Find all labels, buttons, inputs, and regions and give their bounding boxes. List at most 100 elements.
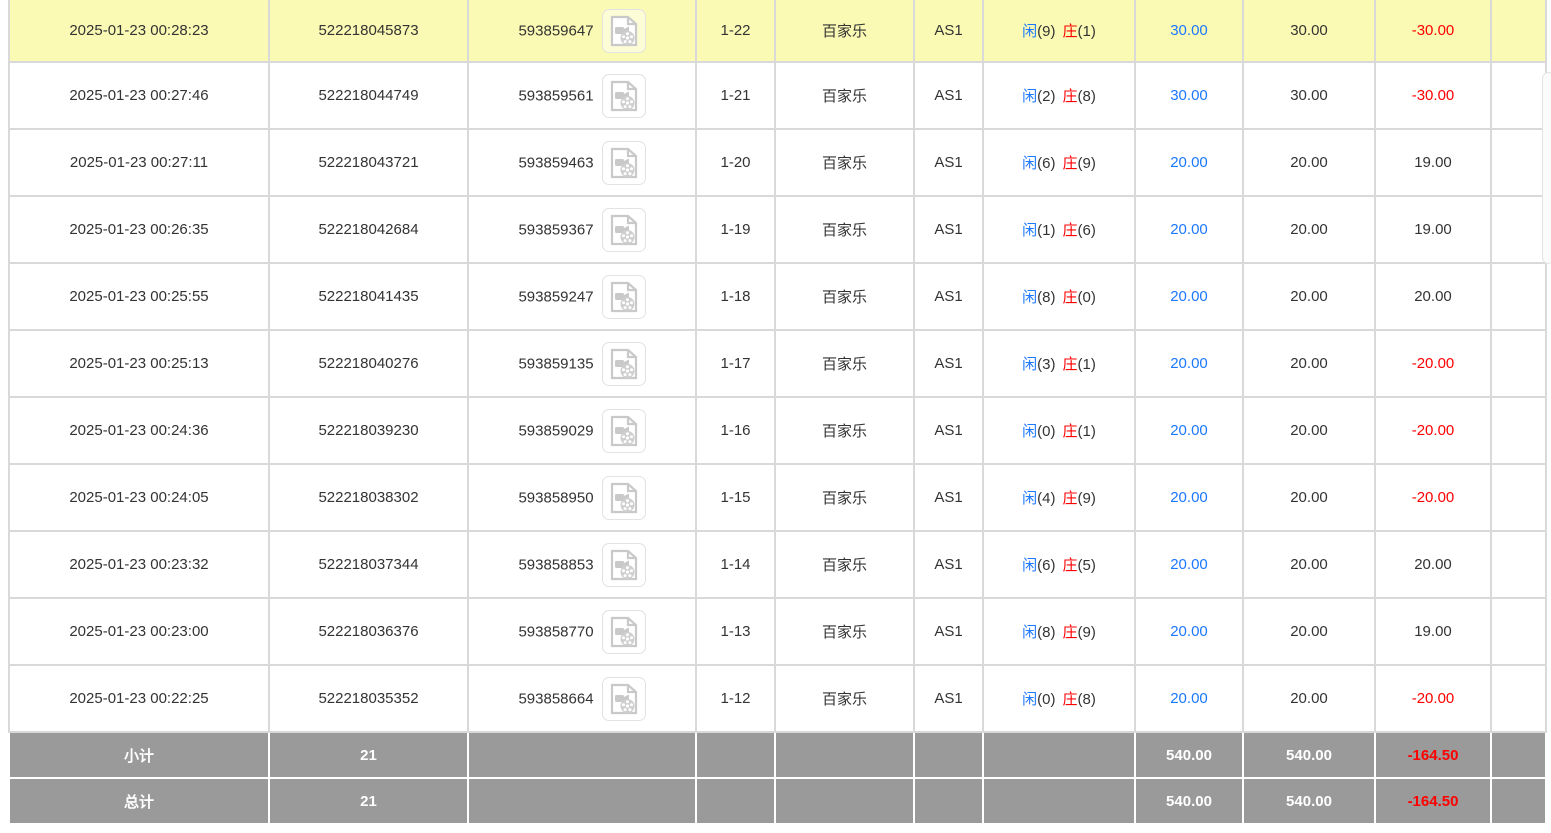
round-number-cell: 593859029 <box>468 397 696 464</box>
banker-points: (5) <box>1078 557 1096 574</box>
order-number-cell: 522218039230 <box>269 397 468 464</box>
table-row: 2025-01-23 00:27:46 522218044749 5938595… <box>9 62 1546 129</box>
shoe-round-cell: 1-16 <box>696 397 775 464</box>
table-name-cell: AS1 <box>914 531 983 598</box>
shoe-round-cell: 1-12 <box>696 665 775 732</box>
player-points: (8) <box>1037 624 1055 641</box>
empty-cell <box>1491 598 1546 665</box>
video-replay-button[interactable] <box>602 409 646 453</box>
total-valid-bet: 540.00 <box>1243 778 1375 824</box>
empty-cell <box>1491 196 1546 263</box>
round-number: 593858853 <box>518 556 593 573</box>
video-file-icon <box>609 616 639 648</box>
valid-bet-cell: 20.00 <box>1243 665 1375 732</box>
bet-amount-cell: 20.00 <box>1135 598 1243 665</box>
game-result-cell: 闲(8)庄(9) <box>983 598 1135 665</box>
shoe-round-cell: 1-21 <box>696 62 775 129</box>
round-number: 593859029 <box>518 422 593 439</box>
empty-cell <box>1491 665 1546 732</box>
bet-amount-cell: 20.00 <box>1135 531 1243 598</box>
video-replay-button[interactable] <box>602 610 646 654</box>
subtotal-bet: 540.00 <box>1135 732 1243 778</box>
valid-bet-cell: 20.00 <box>1243 263 1375 330</box>
win-loss-cell: 19.00 <box>1375 196 1491 263</box>
table-row: 2025-01-23 00:25:13 522218040276 5938591… <box>9 330 1546 397</box>
game-result-cell: 闲(6)庄(5) <box>983 531 1135 598</box>
subtotal-count: 21 <box>269 732 468 778</box>
game-result-cell: 闲(2)庄(8) <box>983 62 1135 129</box>
subtotal-empty-cell <box>775 732 914 778</box>
order-number-cell: 522218041435 <box>269 263 468 330</box>
shoe-round-cell: 1-20 <box>696 129 775 196</box>
round-number-cell: 593858770 <box>468 598 696 665</box>
game-type-cell: 百家乐 <box>775 196 914 263</box>
banker-points: (0) <box>1078 289 1096 306</box>
player-label: 闲 <box>1022 624 1037 641</box>
round-number-cell: 593858853 <box>468 531 696 598</box>
valid-bet-cell: 20.00 <box>1243 129 1375 196</box>
video-replay-button[interactable] <box>602 74 646 118</box>
round-number-cell: 593858664 <box>468 665 696 732</box>
video-replay-button[interactable] <box>602 677 646 721</box>
round-number-cell: 593859135 <box>468 330 696 397</box>
table-name-cell: AS1 <box>914 330 983 397</box>
game-type-cell: 百家乐 <box>775 0 914 62</box>
round-number: 593858770 <box>518 623 593 640</box>
empty-cell <box>1491 129 1546 196</box>
player-label: 闲 <box>1022 356 1037 373</box>
shoe-round-cell: 1-14 <box>696 531 775 598</box>
order-number-cell: 522218042684 <box>269 196 468 263</box>
video-replay-button[interactable] <box>602 342 646 386</box>
game-type-cell: 百家乐 <box>775 330 914 397</box>
game-result-cell: 闲(0)庄(8) <box>983 665 1135 732</box>
game-type-cell: 百家乐 <box>775 62 914 129</box>
order-number-cell: 522218035352 <box>269 665 468 732</box>
total-empty-cell <box>914 778 983 824</box>
video-replay-button[interactable] <box>602 9 646 53</box>
banker-points: (8) <box>1078 88 1096 105</box>
player-points: (0) <box>1037 691 1055 708</box>
game-result-cell: 闲(0)庄(1) <box>983 397 1135 464</box>
shoe-round-cell: 1-13 <box>696 598 775 665</box>
player-label: 闲 <box>1022 222 1037 239</box>
round-number: 593859135 <box>518 355 593 372</box>
order-number-cell: 522218036376 <box>269 598 468 665</box>
scrollbar-thumb[interactable] <box>1542 72 1551 264</box>
order-number-cell: 522218038302 <box>269 464 468 531</box>
table-name-cell: AS1 <box>914 464 983 531</box>
subtotal-empty-cell <box>983 732 1135 778</box>
bet-time-cell: 2025-01-23 00:27:46 <box>9 62 269 129</box>
valid-bet-cell: 20.00 <box>1243 531 1375 598</box>
round-number-cell: 593859463 <box>468 129 696 196</box>
total-count: 21 <box>269 778 468 824</box>
video-replay-button[interactable] <box>602 275 646 319</box>
player-label: 闲 <box>1022 691 1037 708</box>
video-file-icon <box>609 415 639 447</box>
video-replay-button[interactable] <box>602 543 646 587</box>
subtotal-empty-cell <box>468 732 696 778</box>
player-points: (6) <box>1037 557 1055 574</box>
subtotal-row: 小计 21 540.00 540.00 -164.50 <box>9 732 1546 778</box>
round-number-cell: 593859247 <box>468 263 696 330</box>
win-loss-cell: -20.00 <box>1375 464 1491 531</box>
table-name-cell: AS1 <box>914 0 983 62</box>
game-type-cell: 百家乐 <box>775 397 914 464</box>
video-replay-button[interactable] <box>602 208 646 252</box>
game-type-cell: 百家乐 <box>775 598 914 665</box>
bet-time-cell: 2025-01-23 00:28:23 <box>9 0 269 62</box>
shoe-round-cell: 1-18 <box>696 263 775 330</box>
win-loss-cell: -20.00 <box>1375 665 1491 732</box>
bet-amount-cell: 20.00 <box>1135 397 1243 464</box>
bet-amount-cell: 20.00 <box>1135 129 1243 196</box>
video-replay-button[interactable] <box>602 476 646 520</box>
total-win-loss: -164.50 <box>1375 778 1491 824</box>
bet-time-cell: 2025-01-23 00:25:55 <box>9 263 269 330</box>
order-number-cell: 522218044749 <box>269 62 468 129</box>
player-label: 闲 <box>1022 557 1037 574</box>
table-row: 2025-01-23 00:24:36 522218039230 5938590… <box>9 397 1546 464</box>
video-replay-button[interactable] <box>602 141 646 185</box>
banker-label: 庄 <box>1063 155 1078 172</box>
video-file-icon <box>609 147 639 179</box>
table-name-cell: AS1 <box>914 598 983 665</box>
empty-cell <box>1491 397 1546 464</box>
